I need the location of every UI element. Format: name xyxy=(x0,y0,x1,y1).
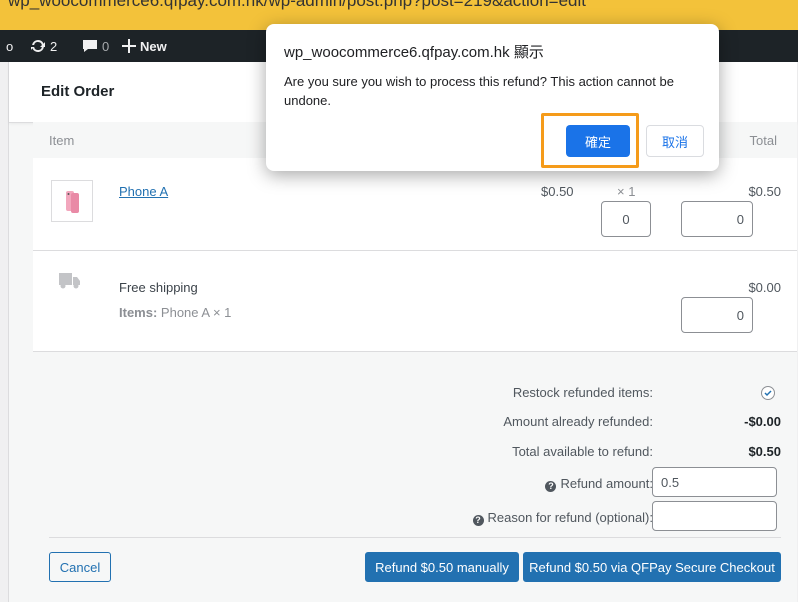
already-refunded-value: -$0.00 xyxy=(744,414,781,429)
shipping-items: Items: Phone A × 1 xyxy=(119,305,231,320)
help-icon[interactable]: ? xyxy=(545,481,557,492)
dialog-title: wp_woocommerce6.qfpay.com.hk 顯示 xyxy=(284,44,544,61)
available-value: $0.50 xyxy=(748,444,781,459)
dialog-message: Are you sure you wish to process this re… xyxy=(284,74,674,108)
item-qty: × 1 xyxy=(617,184,636,199)
annotation-highlight-box xyxy=(541,113,639,168)
item-cost: $0.50 xyxy=(541,184,574,199)
reason-input[interactable] xyxy=(652,501,777,531)
product-link[interactable]: Phone A xyxy=(119,184,168,199)
restock-label: Restock refunded items: xyxy=(512,385,653,400)
page-title: Edit Order xyxy=(41,83,115,100)
column-item: Item xyxy=(49,133,75,148)
shipping-name: Free shipping xyxy=(119,280,198,295)
plus-icon xyxy=(122,39,136,53)
shipping-total: $0.00 xyxy=(748,280,781,295)
admin-bar-left-glyph: o xyxy=(6,38,14,54)
restock-checkbox[interactable] xyxy=(761,386,775,400)
item-line-total: $0.50 xyxy=(748,184,781,199)
reason-label: ? Reason for refund (optional): xyxy=(472,510,653,526)
shipping-items-value: Phone A × 1 xyxy=(160,305,232,320)
refund-amount-label: ? Refund amount: xyxy=(545,476,653,492)
comments-item[interactable]: 0 xyxy=(82,30,109,62)
help-icon[interactable]: ? xyxy=(472,515,484,526)
divider xyxy=(49,537,781,538)
url-text: wp_woocommerce6.qfpay.com.hk/wp-admin/po… xyxy=(8,0,587,10)
shipping-items-label: Items: xyxy=(119,305,158,320)
comments-count: 0 xyxy=(102,38,110,54)
refund-shipping-input[interactable]: 0 xyxy=(681,297,753,333)
line-item-row: Phone A $0.50 × 1 $0.50 0 0 xyxy=(33,158,797,251)
phone-image-icon xyxy=(66,191,79,213)
checkmark-icon xyxy=(764,390,772,397)
confirm-dialog: wp_woocommerce6.qfpay.com.hk 顯示 Are you … xyxy=(266,24,719,171)
refund-amount-input[interactable]: 0.5 xyxy=(652,467,777,497)
updates-item[interactable]: 2 xyxy=(30,30,57,62)
comment-icon xyxy=(83,40,97,52)
shipping-row: Free shipping Items: Phone A × 1 $0.00 0 xyxy=(33,251,797,352)
admin-bar-left[interactable]: o xyxy=(6,30,13,62)
product-thumbnail[interactable] xyxy=(51,180,93,222)
cancel-button[interactable]: Cancel xyxy=(49,552,111,582)
dialog-cancel-button[interactable]: 取消 xyxy=(646,125,704,157)
refund-line-total-input[interactable]: 0 xyxy=(681,201,753,237)
refund-manually-button[interactable]: Refund $0.50 manually xyxy=(365,552,519,582)
new-label: New xyxy=(140,38,167,54)
updates-icon xyxy=(31,39,45,53)
available-label: Total available to refund: xyxy=(512,444,653,459)
column-total: Total xyxy=(749,133,777,148)
updates-count: 2 xyxy=(50,38,58,54)
new-item[interactable]: New xyxy=(122,30,167,62)
refund-qty-input[interactable]: 0 xyxy=(601,201,651,237)
refund-gateway-button[interactable]: Refund $0.50 via QFPay Secure Checkout xyxy=(523,552,781,582)
truck-icon xyxy=(59,273,80,289)
already-refunded-label: Amount already refunded: xyxy=(503,414,653,429)
